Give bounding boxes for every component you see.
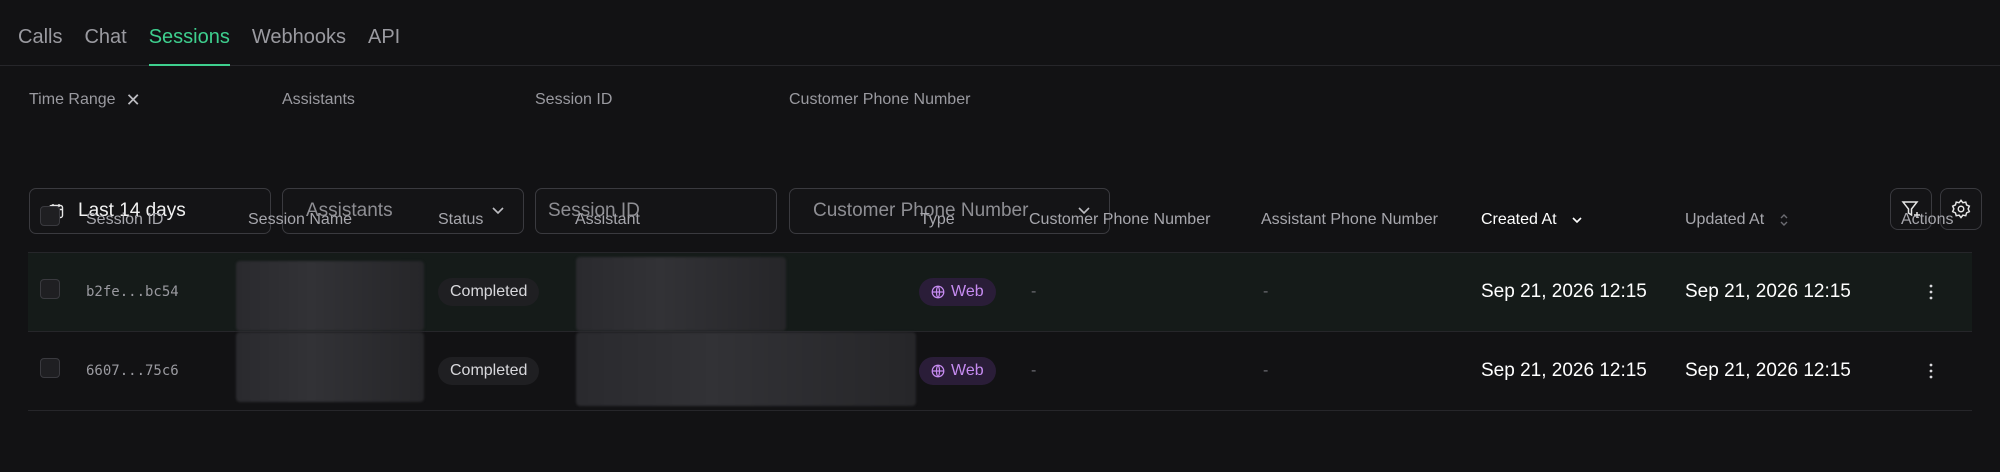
session-id-cell[interactable]: b2fe...bc54 <box>86 253 179 331</box>
time-range-filter: Time Range ✕ <box>29 90 141 110</box>
col-status[interactable]: Status <box>438 188 483 252</box>
status-cell: Completed <box>438 332 540 410</box>
sort-icon <box>1780 214 1788 226</box>
session-id-label: Session ID <box>535 91 613 108</box>
tab-webhooks[interactable]: Webhooks <box>252 26 346 65</box>
customer-phone-cell: - <box>1031 283 1037 300</box>
customer-phone-filter: Customer Phone Number <box>789 90 970 110</box>
col-created-at[interactable]: Created At <box>1481 188 1583 252</box>
type-cell: Web <box>919 253 996 331</box>
tab-calls[interactable]: Calls <box>18 26 62 65</box>
table-row[interactable]: b2fe...bc54 Completed Web - - Sep 21, 20… <box>28 253 1972 332</box>
type-cell: Web <box>919 332 996 410</box>
globe-icon <box>931 364 945 378</box>
status-badge: Completed <box>438 278 540 306</box>
created-at-cell: Sep 21, 2026 12:15 <box>1481 281 1647 302</box>
time-range-label: Time Range ✕ <box>29 90 141 110</box>
session-name-redacted <box>236 261 424 331</box>
tab-chat[interactable]: Chat <box>84 26 126 65</box>
assistant-redacted <box>576 257 786 331</box>
top-tabs: Calls Chat Sessions Webhooks API <box>0 0 2000 66</box>
updated-at-cell: Sep 21, 2026 12:15 <box>1685 281 1851 302</box>
col-updated-at[interactable]: Updated At <box>1685 188 1790 252</box>
filter-bar: Time Range ✕ Last 14 days Assistants Ass… <box>0 66 2000 234</box>
col-actions: Actions <box>1901 211 1954 228</box>
tab-api[interactable]: API <box>368 26 400 65</box>
assistant-phone-cell: - <box>1263 283 1269 300</box>
globe-icon <box>931 285 945 299</box>
session-name-redacted <box>236 332 424 402</box>
table-header: Session ID Session Name Status Assistant… <box>28 188 1972 253</box>
type-badge: Web <box>919 357 996 385</box>
status-cell: Completed <box>438 253 540 331</box>
customer-phone-label: Customer Phone Number <box>789 91 971 108</box>
sessions-table: Session ID Session Name Status Assistant… <box>28 188 1972 411</box>
session-id-filter: Session ID <box>535 90 612 110</box>
tab-sessions[interactable]: Sessions <box>148 26 231 66</box>
status-badge: Completed <box>438 357 540 385</box>
assistant-redacted <box>576 332 916 406</box>
type-badge: Web <box>919 278 996 306</box>
row-checkbox[interactable] <box>40 358 60 378</box>
col-assistant[interactable]: Assistant <box>575 188 640 252</box>
session-id-cell[interactable]: 6607...75c6 <box>86 332 179 410</box>
sort-desc-icon <box>1572 217 1582 224</box>
select-all-checkbox[interactable] <box>40 206 60 226</box>
created-at-cell: Sep 21, 2026 12:15 <box>1481 360 1647 381</box>
col-type[interactable]: Type <box>920 188 955 252</box>
customer-phone-cell: - <box>1031 362 1037 379</box>
more-vertical-icon[interactable] <box>1929 362 1933 380</box>
close-icon[interactable]: ✕ <box>126 91 141 109</box>
updated-at-cell: Sep 21, 2026 12:15 <box>1685 360 1851 381</box>
table-row[interactable]: 6607...75c6 Completed Web - - Sep 21, 20… <box>28 332 1972 411</box>
assistants-filter: Assistants <box>282 90 355 110</box>
assistants-label: Assistants <box>282 91 355 108</box>
col-session-id[interactable]: Session ID <box>86 188 163 252</box>
row-checkbox[interactable] <box>40 279 60 299</box>
col-assistant-phone[interactable]: Assistant Phone Number <box>1261 188 1438 252</box>
col-customer-phone[interactable]: Customer Phone Number <box>1029 188 1210 252</box>
assistant-phone-cell: - <box>1263 362 1269 379</box>
more-vertical-icon[interactable] <box>1929 283 1933 301</box>
col-session-name[interactable]: Session Name <box>248 188 352 252</box>
